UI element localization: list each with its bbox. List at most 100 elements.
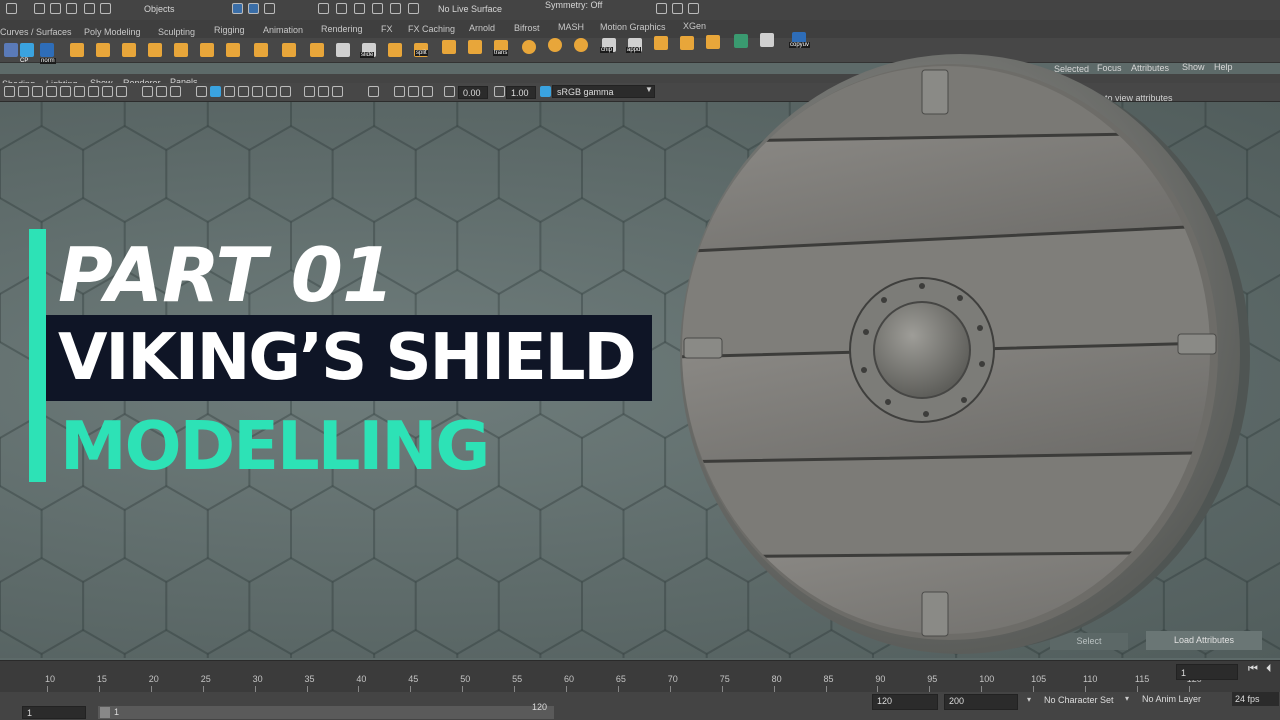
anim-layer-icon[interactable]: ▾ bbox=[1125, 694, 1129, 703]
start-frame-field[interactable]: 1 bbox=[22, 706, 86, 719]
select-camera-icon[interactable] bbox=[4, 86, 15, 97]
snap-magnet-icon[interactable] bbox=[408, 3, 419, 14]
film-gate-icon[interactable] bbox=[102, 86, 113, 97]
ipr-render-icon[interactable] bbox=[672, 3, 683, 14]
tab-rendering[interactable]: Rendering bbox=[321, 24, 363, 34]
lasso-tool-icon[interactable] bbox=[248, 3, 259, 14]
uv-editor-icon[interactable] bbox=[734, 34, 748, 48]
xray-joints-icon[interactable] bbox=[332, 86, 343, 97]
shadows-icon[interactable] bbox=[252, 86, 263, 97]
grease-pencil-icon[interactable] bbox=[74, 86, 85, 97]
poly-sphere-icon[interactable] bbox=[70, 43, 84, 57]
symmetry-dropdown[interactable]: Symmetry: Off bbox=[545, 0, 602, 10]
fps-dropdown[interactable]: 24 fps bbox=[1232, 692, 1279, 706]
tab-arnold[interactable]: Arnold bbox=[469, 23, 495, 33]
bookmark-icon[interactable] bbox=[32, 86, 43, 97]
target-weld-icon[interactable] bbox=[680, 36, 694, 50]
shield-model[interactable] bbox=[670, 52, 1270, 662]
snap-surface-icon[interactable] bbox=[390, 3, 401, 14]
snap-grid-icon[interactable] bbox=[318, 3, 329, 14]
undo-icon[interactable] bbox=[84, 3, 95, 14]
multisample-icon[interactable] bbox=[394, 86, 405, 97]
poly-plane-icon[interactable] bbox=[200, 43, 214, 57]
smooth-icon[interactable] bbox=[310, 43, 324, 57]
tab-xgen[interactable]: XGen bbox=[683, 21, 706, 31]
character-set-dropdown[interactable]: No Character Set bbox=[1044, 695, 1114, 705]
selection-mode-dropdown[interactable]: Objects bbox=[144, 4, 175, 14]
anim-end-field[interactable]: 120 bbox=[872, 694, 938, 710]
playback-end-field[interactable]: 200 bbox=[944, 694, 1018, 710]
merge-icon[interactable] bbox=[574, 38, 588, 52]
extrude-icon[interactable] bbox=[468, 40, 482, 54]
menu-icon[interactable] bbox=[6, 3, 17, 14]
resolution-gate-icon[interactable] bbox=[116, 86, 127, 97]
color-space-dropdown[interactable]: sRGB gamma bbox=[552, 85, 655, 98]
exposure-icon[interactable] bbox=[444, 86, 455, 97]
depth-of-field-icon[interactable] bbox=[422, 86, 433, 97]
poly-cylinder-icon[interactable] bbox=[122, 43, 136, 57]
open-scene-icon[interactable] bbox=[50, 3, 61, 14]
range-slider[interactable] bbox=[98, 706, 554, 719]
bridge-icon[interactable] bbox=[442, 40, 456, 54]
time-slider[interactable]: 10 15 20 25 30 35 40 45 50 55 60 65 70 75 80 85 90 95 100 1… bbox=[0, 660, 1280, 693]
separate-icon[interactable] bbox=[282, 43, 296, 57]
cp-icon[interactable] bbox=[20, 43, 34, 57]
gamma-icon[interactable] bbox=[494, 86, 505, 97]
checker-icon[interactable] bbox=[760, 33, 774, 47]
snap-curve-icon[interactable] bbox=[336, 3, 347, 14]
textured-icon[interactable] bbox=[238, 86, 249, 97]
tab-fx-caching[interactable]: FX Caching bbox=[408, 24, 455, 34]
curve-tool-icon[interactable] bbox=[4, 43, 18, 57]
field-chart-icon[interactable] bbox=[156, 86, 167, 97]
use-lights-icon[interactable] bbox=[224, 86, 235, 97]
screen-space-icon[interactable] bbox=[408, 86, 419, 97]
safe-action-icon[interactable] bbox=[170, 86, 181, 97]
paint-select-icon[interactable] bbox=[264, 3, 275, 14]
exposure-field[interactable]: 0.00 bbox=[458, 86, 488, 99]
bevel-icon[interactable] bbox=[522, 40, 536, 54]
xray-icon[interactable] bbox=[318, 86, 329, 97]
hud-icon[interactable] bbox=[368, 86, 379, 97]
anim-layer-dropdown[interactable]: No Anim Layer bbox=[1142, 694, 1201, 704]
tab-motion-graphics[interactable]: Motion Graphics bbox=[600, 22, 666, 32]
poly-cone-icon[interactable] bbox=[148, 43, 162, 57]
new-scene-icon[interactable] bbox=[34, 3, 45, 14]
tab-curves-surfaces[interactable]: Curves / Surfaces bbox=[0, 27, 72, 37]
poly-cube-icon[interactable] bbox=[96, 43, 110, 57]
poly-disc-icon[interactable] bbox=[226, 43, 240, 57]
grid-toggle-icon[interactable] bbox=[88, 86, 99, 97]
isolate-select-icon[interactable] bbox=[304, 86, 315, 97]
select-tool-icon[interactable] bbox=[232, 3, 243, 14]
gamma-field[interactable]: 1.00 bbox=[506, 86, 536, 99]
combine-icon[interactable] bbox=[254, 43, 268, 57]
redo-icon[interactable] bbox=[100, 3, 111, 14]
camera-attributes-icon[interactable] bbox=[18, 86, 29, 97]
motion-blur-icon[interactable] bbox=[280, 86, 291, 97]
smooth-shade-icon[interactable] bbox=[210, 86, 221, 97]
wireframe-icon[interactable] bbox=[196, 86, 207, 97]
fill-hole-icon[interactable] bbox=[548, 38, 562, 52]
go-to-start-icon[interactable]: ⏮ bbox=[1248, 663, 1258, 676]
render-icon[interactable] bbox=[656, 3, 667, 14]
mirror-icon[interactable] bbox=[654, 36, 668, 50]
ambient-occlusion-icon[interactable] bbox=[266, 86, 277, 97]
tab-rigging[interactable]: Rigging bbox=[214, 25, 245, 35]
norm-icon[interactable] bbox=[40, 43, 54, 57]
render-settings-icon[interactable] bbox=[688, 3, 699, 14]
range-start-handle[interactable] bbox=[100, 707, 110, 718]
save-scene-icon[interactable] bbox=[66, 3, 77, 14]
tab-animation[interactable]: Animation bbox=[263, 25, 303, 35]
snap-point-icon[interactable] bbox=[354, 3, 365, 14]
character-icon[interactable]: ▾ bbox=[1027, 695, 1031, 704]
poly-torus-icon[interactable] bbox=[174, 43, 188, 57]
tab-fx[interactable]: FX bbox=[381, 24, 393, 34]
tab-sculpting[interactable]: Sculpting bbox=[158, 27, 195, 37]
live-surface-field[interactable]: No Live Surface bbox=[438, 4, 502, 14]
boolean-icon[interactable] bbox=[706, 35, 720, 49]
image-plane-icon[interactable] bbox=[46, 86, 57, 97]
current-frame-field[interactable]: 1 bbox=[1176, 664, 1238, 680]
two-d-pan-icon[interactable] bbox=[60, 86, 71, 97]
tab-bifrost[interactable]: Bifrost bbox=[514, 23, 540, 33]
grid-icon[interactable] bbox=[336, 43, 350, 57]
step-back-icon[interactable]: ⏴ bbox=[1266, 663, 1272, 676]
